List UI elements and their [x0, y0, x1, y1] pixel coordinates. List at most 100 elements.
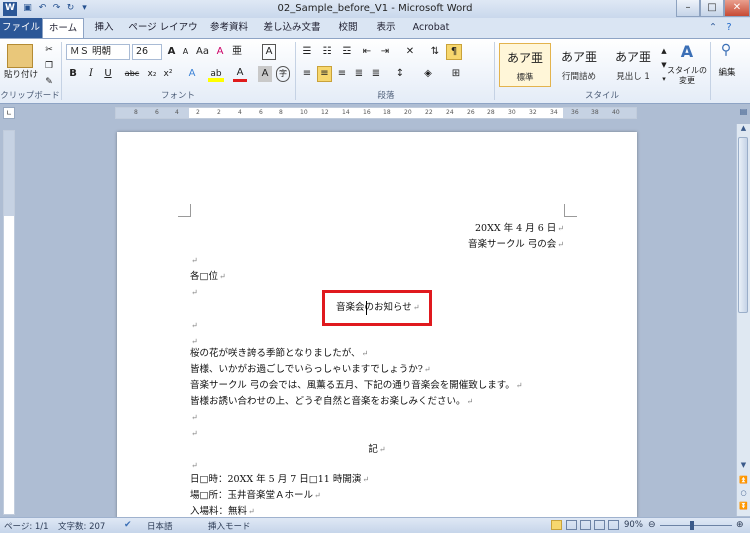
zoom-level[interactable]: 90%	[624, 520, 643, 530]
group-divider	[710, 42, 711, 100]
cut-icon[interactable]: ✂	[42, 42, 56, 58]
zoom-slider[interactable]	[660, 521, 732, 530]
language-indicator[interactable]: 日本語	[147, 520, 173, 532]
justify-icon[interactable]: ≣	[352, 66, 366, 82]
style-name: 行間詰め	[561, 72, 596, 82]
paste-icon[interactable]	[7, 44, 33, 68]
change-case-button[interactable]: Aa	[194, 44, 211, 60]
subscript-button[interactable]: x₂	[145, 66, 159, 82]
ki-line: 記↵	[368, 444, 386, 455]
bullets-icon[interactable]: ☰	[300, 44, 314, 60]
change-styles-icon[interactable]: A	[672, 42, 702, 64]
crop-mark	[178, 204, 191, 217]
redo-icon[interactable]: ↷	[50, 2, 63, 15]
clear-formatting-button[interactable]: A	[213, 44, 227, 60]
font-name-select[interactable]: ＭＳ 明朝	[66, 44, 130, 60]
italic-button[interactable]: I	[84, 66, 98, 82]
increase-indent-icon[interactable]: ⇥	[378, 44, 392, 60]
repeat-icon[interactable]: ↻	[64, 2, 77, 15]
body-line: 桜の花が咲き誇る季節となりましたが、↵	[190, 348, 369, 359]
decrease-indent-icon[interactable]: ⇤	[360, 44, 374, 60]
horizontal-ruler[interactable]: 8 6 4 2 2 4 6 8 10 12 14 16 18 20 22 24 26 28 30 32 34 36 38 40	[115, 107, 637, 119]
change-styles-button[interactable]: スタイルの変更	[666, 66, 708, 86]
browse-object-icon[interactable]: ○	[738, 489, 749, 500]
numbering-icon[interactable]: ☷	[320, 44, 334, 60]
style-no-spacing[interactable]: あア亜 行間詰め	[553, 43, 605, 87]
style-heading-1[interactable]: あア亜 見出し 1	[607, 43, 659, 87]
distributed-icon[interactable]: ≣	[369, 66, 383, 82]
zoom-slider-thumb[interactable]	[690, 521, 694, 530]
customize-qat-icon[interactable]: ▾	[78, 2, 91, 15]
paste-button[interactable]: 貼り付け	[2, 68, 40, 80]
sort-icon[interactable]: ⇅	[428, 44, 442, 60]
style-standard[interactable]: あア亜 標準	[499, 43, 551, 87]
superscript-button[interactable]: x²	[161, 66, 175, 82]
document-page[interactable]: 20XX 年 4 月 6 日↵ 音楽サークル 弓の会↵ ↵ 各□位↵ ↵ 音楽会…	[117, 132, 637, 519]
tab-view[interactable]: 表示	[368, 18, 404, 38]
tab-file[interactable]: ファイル	[0, 18, 42, 38]
underline-button[interactable]: U	[101, 66, 115, 82]
tab-references[interactable]: 参考資料	[204, 18, 254, 38]
align-right-icon[interactable]: ≡	[335, 66, 349, 82]
minimize-button[interactable]: –	[676, 0, 700, 17]
full-screen-reading-icon[interactable]	[566, 520, 577, 530]
word-count[interactable]: 文字数: 207	[58, 520, 105, 532]
align-center-icon[interactable]: ≡	[317, 66, 332, 82]
character-shading-button[interactable]: A	[258, 66, 272, 82]
maximize-button[interactable]: □	[700, 0, 724, 17]
align-left-icon[interactable]: ≡	[300, 66, 314, 82]
view-ruler-icon[interactable]: ▤	[738, 107, 749, 119]
scroll-thumb[interactable]	[738, 137, 748, 313]
tab-acrobat[interactable]: Acrobat	[406, 18, 456, 38]
vertical-ruler[interactable]	[3, 130, 15, 515]
outline-icon[interactable]	[594, 520, 605, 530]
tab-review[interactable]: 校閲	[330, 18, 366, 38]
word-logo-icon[interactable]: W	[3, 2, 17, 16]
copy-icon[interactable]: ❐	[42, 58, 56, 74]
show-marks-icon[interactable]: ¶	[446, 44, 462, 60]
line-spacing-icon[interactable]: ↕	[392, 66, 408, 82]
highlight-button[interactable]: ab	[208, 66, 224, 82]
phonetic-guide-button[interactable]: 亜	[230, 44, 244, 60]
ruler-number: 36	[571, 109, 579, 116]
asian-layout-icon[interactable]: ✕	[402, 44, 418, 60]
tab-home[interactable]: ホーム	[42, 18, 84, 38]
minimize-ribbon-icon[interactable]: ⌃	[706, 18, 720, 38]
enclose-characters-button[interactable]: 字	[276, 66, 290, 82]
close-button[interactable]: ✕	[724, 0, 750, 17]
font-color-button[interactable]: A	[233, 66, 247, 82]
tab-page-layout[interactable]: ページ レイアウト	[124, 18, 202, 53]
zoom-out-icon[interactable]: ⊖	[648, 520, 656, 530]
bold-button[interactable]: B	[66, 66, 80, 82]
insert-mode-indicator[interactable]: 挿入モード	[208, 520, 251, 532]
binoculars-icon[interactable]: ⚲	[714, 42, 738, 64]
font-size-select[interactable]: 26	[132, 44, 162, 60]
zoom-in-icon[interactable]: ⊕	[736, 520, 744, 530]
shading-icon[interactable]: ◈	[420, 66, 436, 82]
grow-font-button[interactable]: A	[165, 44, 178, 60]
ruler-number: 2	[217, 109, 221, 116]
scroll-up-icon[interactable]: ▲	[738, 124, 749, 135]
tab-mailings[interactable]: 差し込み文書	[256, 18, 328, 38]
print-layout-icon[interactable]	[551, 520, 562, 530]
proofing-icon[interactable]: ✔	[124, 520, 132, 530]
draft-icon[interactable]	[608, 520, 619, 530]
text-effects-button[interactable]: A	[185, 66, 199, 82]
web-layout-icon[interactable]	[580, 520, 591, 530]
character-border-button[interactable]: A	[262, 44, 276, 60]
page-count[interactable]: ページ: 1/1	[4, 520, 49, 532]
multilevel-list-icon[interactable]: ☲	[340, 44, 354, 60]
help-icon[interactable]: ?	[722, 18, 736, 38]
editing-button[interactable]: 編集	[712, 66, 742, 78]
save-icon[interactable]: ▣	[21, 2, 34, 15]
tab-selector-icon[interactable]: ∟	[3, 107, 15, 119]
next-page-icon[interactable]: ⏬	[738, 502, 749, 513]
strikethrough-button[interactable]: abc	[122, 66, 142, 82]
shrink-font-button[interactable]: A	[179, 44, 192, 60]
undo-icon[interactable]: ↶	[36, 2, 49, 15]
previous-page-icon[interactable]: ⏫	[738, 476, 749, 487]
format-painter-icon[interactable]: ✎	[42, 74, 56, 90]
scroll-down-icon[interactable]: ▼	[738, 461, 749, 472]
tab-insert[interactable]: 挿入	[86, 18, 122, 38]
borders-icon[interactable]: ⊞	[448, 66, 464, 82]
